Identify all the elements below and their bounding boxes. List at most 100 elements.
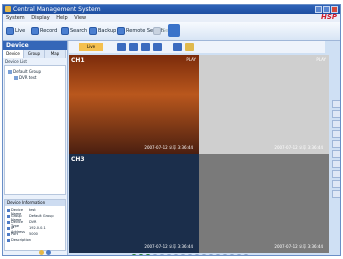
device-info-title: Device Information [5, 200, 65, 206]
channel-page-7[interactable] [173, 254, 179, 255]
channel-pager [131, 254, 249, 255]
tab-live-view[interactable]: Live [79, 43, 103, 51]
device-tree: Default Group DVR test [4, 65, 66, 195]
channel-page-5[interactable] [159, 254, 165, 255]
remote-search-icon [117, 27, 125, 35]
maximize-button[interactable] [323, 6, 330, 13]
ptz-side-buttons [332, 100, 340, 250]
menu-display[interactable]: Display [31, 15, 49, 21]
channel-page-6[interactable] [166, 254, 172, 255]
live-icon [6, 27, 14, 35]
play-status: PLAY [186, 57, 196, 62]
snapshot-icon[interactable] [173, 43, 182, 51]
camera-view-1[interactable]: CH1 PLAY 2007-07-12 오후 3:36:44 [69, 55, 199, 154]
tree-node-default-group[interactable]: Default Group [8, 69, 41, 74]
ptz-left-button[interactable] [332, 120, 340, 128]
zoom-in-button[interactable] [332, 140, 340, 148]
channel-page-14[interactable] [222, 254, 228, 255]
channel-page-13[interactable] [215, 254, 221, 255]
brand-logo: HSP [320, 13, 337, 21]
preset-button[interactable] [332, 180, 340, 188]
tree-node-label: DVR test [19, 75, 37, 80]
split-1-icon[interactable] [117, 43, 126, 51]
info-bullet-icon [7, 215, 10, 218]
info-value: 5000 [29, 232, 38, 236]
tab-map[interactable]: Map [45, 50, 66, 58]
info-bullet-icon [7, 239, 10, 242]
channel-page-9[interactable] [187, 254, 193, 255]
tab-device[interactable]: Device [3, 50, 24, 58]
play-status: PLAY [316, 57, 326, 62]
camera-view-4[interactable]: 2007-07-12 오후 3:36:44 [199, 154, 329, 253]
record-toggle-icon[interactable] [185, 43, 194, 51]
audio-button[interactable] [332, 190, 340, 198]
camera-timestamp: 2007-07-12 오후 3:36:44 [274, 145, 323, 150]
channel-page-11[interactable] [201, 254, 207, 255]
tree-node-dvr[interactable]: DVR test [14, 75, 36, 80]
dvr-icon [14, 75, 18, 80]
menu-system[interactable]: System [6, 15, 25, 21]
window-controls [315, 6, 338, 13]
toolbar-search-button[interactable]: Search [61, 25, 87, 37]
channel-page-4[interactable] [152, 254, 158, 255]
record-icon [31, 27, 39, 35]
zoom-out-button[interactable] [332, 150, 340, 158]
info-key: Port [11, 232, 18, 236]
channel-page-16[interactable] [236, 254, 242, 255]
tab-group[interactable]: Group [24, 50, 45, 58]
tree-node-label: Default Group [13, 69, 42, 74]
info-row: Port 5000 [7, 232, 38, 236]
device-tabs: Device Group Map [3, 50, 67, 58]
camera-timestamp: 2007-07-12 오후 3:36:44 [144, 145, 193, 150]
menu-help[interactable]: Help [56, 15, 67, 21]
info-row: Description [7, 238, 31, 242]
fullscreen-icon[interactable] [153, 43, 162, 51]
camera-timestamp: 2007-07-12 오후 3:36:44 [274, 244, 323, 249]
camera-view-2[interactable]: PLAY 2007-07-12 오후 3:36:44 [199, 55, 329, 154]
device-list-label: Device List [5, 59, 27, 64]
setup-icon [153, 27, 161, 35]
channel-page-1[interactable] [131, 254, 137, 255]
toolbar-backup-button[interactable]: Backup [89, 25, 116, 37]
split-4-icon[interactable] [129, 43, 138, 51]
ptz-right-button[interactable] [332, 130, 340, 138]
toolbar-live-label: Live [15, 28, 26, 34]
page: Central Management System System Display… [0, 0, 343, 259]
info-bullet-icon [7, 221, 10, 224]
toolbar-record-button[interactable]: Record [31, 25, 57, 37]
device-information: Device Information Device Name test Group… [4, 199, 66, 251]
device-panel-header: Device [3, 41, 67, 50]
split-9-icon[interactable] [141, 43, 150, 51]
status-icons [39, 250, 51, 255]
window-title: Central Management System [13, 6, 101, 13]
app-icon [5, 6, 11, 12]
toolbar-search-label: Search [70, 28, 88, 34]
info-bullet-icon [7, 233, 10, 236]
folder-icon [8, 69, 12, 74]
channel-page-10[interactable] [194, 254, 200, 255]
focus-far-button[interactable] [332, 170, 340, 178]
channel-page-2[interactable] [138, 254, 144, 255]
video-grid: CH1 PLAY 2007-07-12 오후 3:36:44 PLAY 2007… [69, 55, 329, 253]
channel-page-12[interactable] [208, 254, 214, 255]
menu-view[interactable]: View [74, 15, 86, 21]
video-toolbar: Live [69, 41, 325, 53]
toolbar-backup-label: Backup [98, 28, 117, 34]
close-button[interactable] [331, 6, 338, 13]
ptz-down-button[interactable] [332, 110, 340, 118]
toolbar-live-button[interactable]: Live [6, 25, 25, 37]
channel-page-3[interactable] [145, 254, 151, 255]
status-lock-icon [39, 250, 44, 255]
channel-page-17[interactable] [243, 254, 249, 255]
channel-page-8[interactable] [180, 254, 186, 255]
search-icon [61, 27, 69, 35]
exit-icon[interactable] [168, 24, 180, 37]
camera-timestamp: 2007-07-12 오후 3:36:44 [144, 244, 193, 249]
focus-near-button[interactable] [332, 160, 340, 168]
camera-view-3[interactable]: CH3 2007-07-12 오후 3:36:44 [69, 154, 199, 253]
minimize-button[interactable] [315, 6, 322, 13]
channel-page-15[interactable] [229, 254, 235, 255]
status-network-icon [46, 250, 51, 255]
ptz-up-button[interactable] [332, 100, 340, 108]
info-bullet-icon [7, 209, 10, 212]
